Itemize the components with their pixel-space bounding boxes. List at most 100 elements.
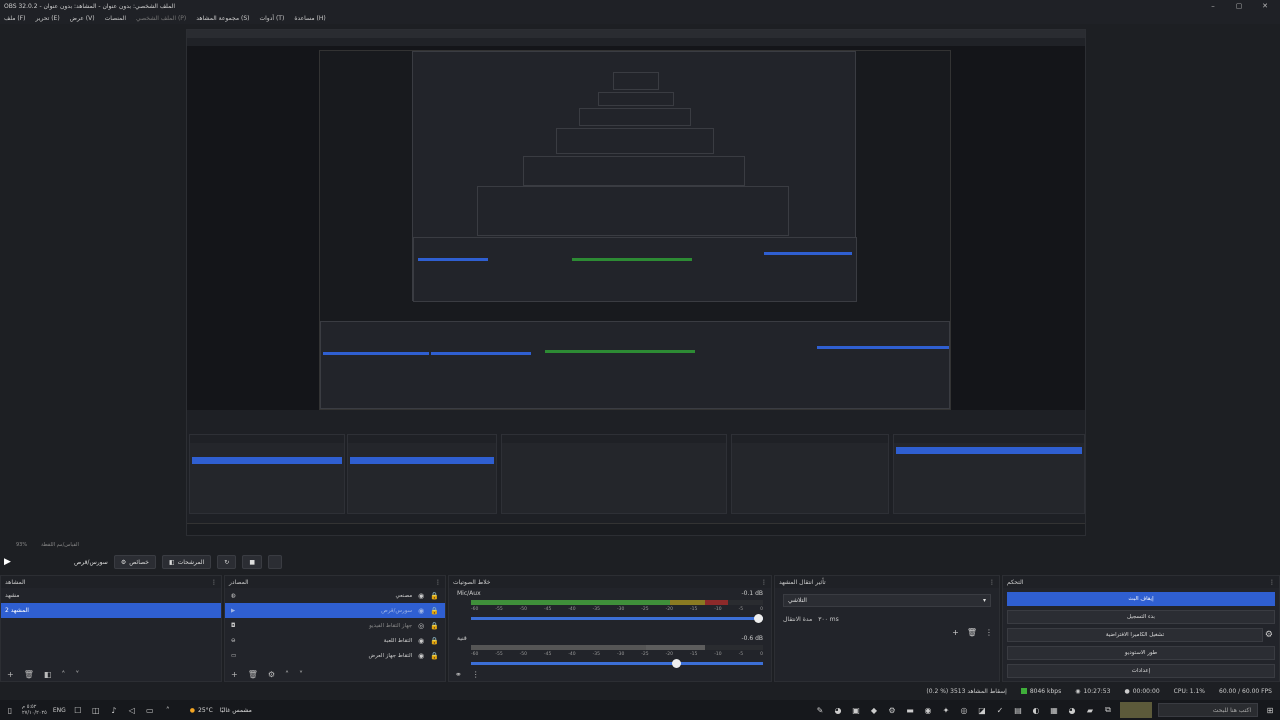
link-icon[interactable]: ⚭: [455, 670, 462, 679]
source-item[interactable]: ⊖ التقاط اللعبة ◉ 🔒: [225, 633, 445, 648]
task-view-icon[interactable]: ⧉: [1102, 704, 1114, 716]
desktop-icon[interactable]: ▯: [4, 704, 16, 716]
lock-icon[interactable]: 🔒: [430, 652, 439, 660]
network-icon[interactable]: ◫: [90, 704, 102, 716]
meter-yellow-segment: [669, 600, 705, 605]
menu-file[interactable]: ملف (F): [4, 15, 25, 22]
app-icon[interactable]: ✓: [994, 704, 1006, 716]
weather-widget[interactable]: ● 25°C مشمس غالبًا: [190, 707, 252, 714]
stop-media-button[interactable]: ■: [242, 555, 262, 569]
menu-view[interactable]: عرض (V): [70, 15, 95, 22]
app-icon[interactable]: ▣: [850, 704, 862, 716]
edge-icon[interactable]: ◐: [1030, 704, 1042, 716]
app-icon[interactable]: ◪: [976, 704, 988, 716]
gear-icon[interactable]: ⚙: [268, 670, 275, 679]
minimize-button[interactable]: –: [1208, 2, 1218, 10]
properties-button[interactable]: ⚙ خصائص: [113, 555, 156, 569]
eye-hidden-icon[interactable]: ◎: [418, 622, 424, 630]
volume-slider[interactable]: [471, 614, 764, 623]
menu-help[interactable]: مساعدة (H): [294, 15, 325, 22]
duration-input[interactable]: ٣٠٠ ms: [818, 613, 898, 625]
settings-button[interactable]: إعدادات: [1007, 664, 1275, 678]
pen-icon[interactable]: ✎: [814, 704, 826, 716]
obs-icon[interactable]: ◎: [958, 704, 970, 716]
add-icon[interactable]: +: [231, 670, 238, 679]
scene-item[interactable]: مشهد: [1, 588, 221, 603]
source-item[interactable]: ◘ جهاز التقاط الفيديو ◎ 🔒: [225, 618, 445, 633]
app-icon[interactable]: ◉: [922, 704, 934, 716]
menu-profile[interactable]: الملف الشخصي (P): [136, 15, 186, 22]
source-item[interactable]: ▭ التقاط جهاز العرض ◉ 🔒: [225, 648, 445, 663]
add-icon[interactable]: +: [7, 670, 14, 679]
volume-slider[interactable]: [471, 659, 763, 668]
lock-icon[interactable]: 🔒: [430, 592, 439, 600]
settings-app-icon[interactable]: ⚙: [886, 704, 898, 716]
chrome-icon[interactable]: ◕: [1066, 704, 1078, 716]
maximize-button[interactable]: ▢: [1234, 2, 1244, 10]
app-icon[interactable]: ◆: [868, 704, 880, 716]
dock-menu-icon[interactable]: ⋮: [761, 579, 767, 586]
volume-icon[interactable]: ◁: [126, 704, 138, 716]
menu-platforms[interactable]: المنصات: [105, 15, 126, 22]
move-down-icon[interactable]: ˅: [299, 670, 303, 679]
trash-icon[interactable]: 🗑: [24, 670, 34, 679]
notification-icon[interactable]: ☐: [72, 704, 84, 716]
more-media-button[interactable]: [268, 555, 282, 569]
filter-icon[interactable]: ◧: [44, 670, 52, 679]
preview-canvas[interactable]: [186, 29, 1086, 536]
language-indicator[interactable]: ENG: [53, 707, 66, 714]
start-virtual-camera-button[interactable]: تشغيل الكاميرا الافتراضية: [1007, 628, 1263, 642]
menu-edit[interactable]: تحرير (E): [35, 15, 59, 22]
folder-icon[interactable]: ▰: [1084, 704, 1096, 716]
source-item[interactable]: ▶ سورس/قرص ◉ 🔒: [225, 603, 445, 618]
taskbar-search-input[interactable]: اكتب هنا للبحث: [1158, 703, 1258, 717]
stop-streaming-button[interactable]: إيقاف البث: [1007, 592, 1275, 606]
transition-select[interactable]: التلاشي ▾: [783, 594, 991, 607]
terminal-icon[interactable]: ▬: [904, 704, 916, 716]
dock-menu-icon[interactable]: ⋮: [435, 579, 441, 586]
add-icon[interactable]: +: [952, 628, 959, 637]
scene-item[interactable]: المشهد 2: [1, 603, 221, 618]
trash-icon[interactable]: 🗑: [248, 670, 258, 679]
restart-media-button[interactable]: ↻: [217, 555, 237, 569]
dock-menu-icon[interactable]: ⋮: [989, 579, 995, 586]
source-item[interactable]: ◍ مصنعي ◉ 🔒: [225, 588, 445, 603]
app-icon[interactable]: ▤: [1012, 704, 1024, 716]
app-icon[interactable]: ✦: [940, 704, 952, 716]
dock-menu-icon[interactable]: ⋮: [211, 579, 217, 586]
eye-icon[interactable]: ◉: [418, 652, 424, 660]
close-button[interactable]: ✕: [1260, 2, 1270, 10]
battery-icon[interactable]: ▭: [144, 704, 156, 716]
preview-nested-taskbar: [187, 523, 1085, 535]
filters-button[interactable]: ◧ المرشحات: [161, 555, 212, 569]
move-down-icon[interactable]: ˅: [75, 670, 79, 679]
microphone-icon[interactable]: ♪: [108, 704, 120, 716]
menu-icon[interactable]: ⋮: [472, 670, 480, 679]
move-up-icon[interactable]: ˄: [61, 670, 65, 679]
menu-scene-collection[interactable]: مجموعة المشاهد (S): [196, 15, 249, 22]
nested-level-3: [523, 156, 745, 186]
windows-start-icon[interactable]: ⊞: [1264, 704, 1276, 716]
dock-menu-icon[interactable]: ⋮: [1269, 579, 1275, 586]
eye-icon[interactable]: ◉: [418, 592, 424, 600]
chevron-up-icon[interactable]: ˄: [162, 704, 174, 716]
lock-icon[interactable]: 🔒: [430, 607, 439, 615]
trash-icon[interactable]: 🗑: [967, 628, 977, 637]
studio-mode-button[interactable]: طور الاستوديو: [1007, 646, 1275, 660]
menu-icon[interactable]: ⋮: [985, 628, 993, 637]
scenes-dock: المشاهد ⋮ مشهد المشهد 2 + 🗑 ◧ ˄ ˅: [0, 575, 222, 682]
eye-icon[interactable]: ◉: [418, 607, 424, 615]
move-up-icon[interactable]: ˄: [285, 670, 289, 679]
sources-dock: المصادر ⋮ ◍ مصنعي ◉ 🔒 ▶ سورس/قرص ◉ 🔒 ◘ جهاز …: [224, 575, 446, 682]
lock-icon[interactable]: 🔒: [430, 622, 439, 630]
gear-icon[interactable]: ⚙: [1265, 630, 1273, 640]
volume-slider-knob[interactable]: [754, 614, 764, 623]
eye-icon[interactable]: ◉: [418, 637, 424, 645]
clock[interactable]: ٥:٥٢ م ٢٧/١٠/٢٠٢٥: [22, 704, 47, 716]
lock-icon[interactable]: 🔒: [430, 637, 439, 645]
menu-tools[interactable]: أدوات (T): [259, 15, 284, 22]
play-icon[interactable]: ▶: [4, 557, 18, 567]
chrome-icon[interactable]: ◕: [832, 704, 844, 716]
app-icon[interactable]: ▦: [1048, 704, 1060, 716]
start-recording-button[interactable]: بدء التسجيل: [1007, 610, 1275, 624]
